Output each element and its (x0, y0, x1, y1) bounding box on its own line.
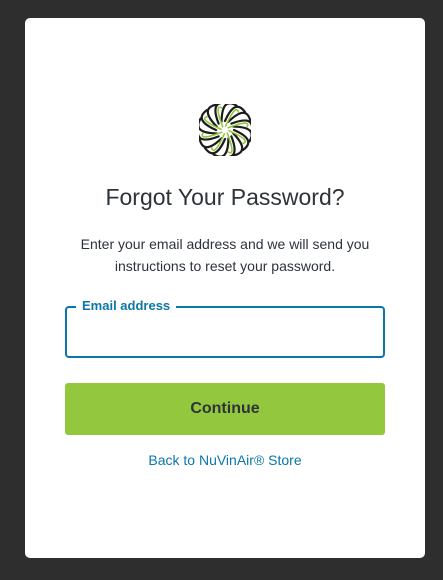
instructions-text: Enter your email address and we will sen… (80, 236, 370, 274)
email-input[interactable] (67, 308, 383, 356)
continue-button[interactable]: Continue (65, 383, 385, 435)
spiral-logo-icon (199, 104, 251, 156)
back-to-store-link[interactable]: Back to NuVinAir® Store (25, 452, 425, 468)
page-title: Forgot Your Password? (105, 184, 345, 210)
reset-password-card: Forgot Your Password? Enter your email a… (25, 18, 425, 558)
email-field[interactable]: Email address (65, 297, 385, 358)
